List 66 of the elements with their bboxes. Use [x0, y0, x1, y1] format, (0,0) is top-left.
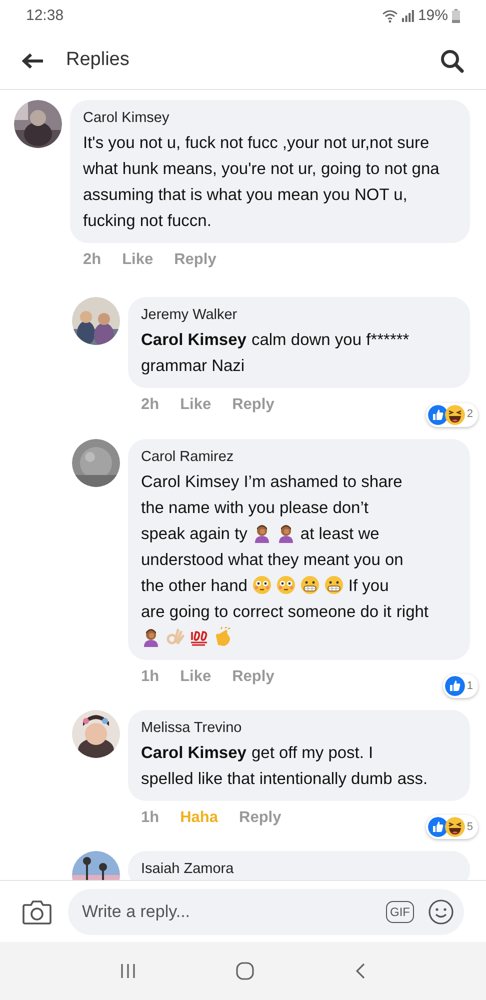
wifi-icon: [382, 10, 398, 22]
smiley-icon[interactable]: [428, 898, 454, 924]
comment-text: It's you not u, fuck not fucc ,your not ur,not sure what hunk means, you're not ur, going to not gna assuming that is what you mean you NOT u, fucking not fuccn.: [83, 134, 440, 230]
grimacing-face-emoji-icon: [300, 574, 320, 594]
flushed-face-emoji-icon: [252, 574, 272, 594]
reaction-count: 5: [466, 820, 473, 835]
battery-percent: 19%: [418, 6, 448, 26]
reaction-summary[interactable]: 1: [442, 674, 478, 698]
comment-text: Carol Kimsey I’m ashamed to share: [141, 472, 402, 492]
clapping-hands-emoji-icon: [213, 626, 233, 646]
reaction-count: 1: [466, 678, 473, 694]
author-name[interactable]: Melissa Trevino: [141, 718, 457, 738]
reaction-count: 2: [466, 407, 473, 422]
like-link[interactable]: Like: [180, 664, 212, 688]
author-name[interactable]: Carol Kimsey: [83, 108, 457, 128]
laughing-face-icon: [444, 404, 465, 424]
camera-icon[interactable]: [22, 898, 52, 924]
reply-link[interactable]: Reply: [239, 806, 282, 829]
comment-text: speak again ty: [141, 524, 248, 544]
reaction-summary[interactable]: 5: [426, 815, 478, 839]
comment-text: are going to correct someone do it: [141, 602, 392, 622]
thumbs-up-icon: [428, 817, 448, 837]
author-name[interactable]: Jeremy Walker: [141, 305, 457, 326]
comment-text: get off my post. I: [251, 742, 374, 764]
ok-hand-emoji-icon: [165, 626, 185, 646]
author-name[interactable]: Isaiah Zamora: [141, 859, 457, 879]
comment-text: calm down you f******: [251, 330, 410, 352]
reply-link[interactable]: Reply: [174, 248, 216, 272]
battery-icon: [452, 9, 460, 23]
comment-text: If you: [348, 576, 389, 596]
recents-icon[interactable]: [120, 963, 136, 979]
facepalm-emoji-icon: [141, 626, 161, 646]
status-time: 12:38: [26, 6, 64, 26]
comment-text: at least we: [300, 524, 380, 544]
reply-field[interactable]: Write a reply... GIF: [68, 888, 464, 934]
comment-text: the other hand: [141, 576, 248, 596]
author-name[interactable]: Carol Ramirez: [141, 446, 457, 466]
like-link[interactable]: Like: [122, 248, 154, 272]
back-arrow-icon[interactable]: [22, 52, 44, 68]
thumbs-up-icon: [428, 404, 448, 424]
laughing-face-icon: [444, 817, 465, 837]
reply-link[interactable]: Reply: [232, 393, 274, 416]
comment-time: 1h: [141, 666, 160, 686]
reply-link[interactable]: Reply: [232, 664, 274, 688]
comment-time: 2h: [83, 250, 102, 270]
comment-time: 1h: [141, 808, 160, 828]
reaction-summary[interactable]: 2: [426, 402, 478, 426]
comment-text: understood what they meant you on: [141, 550, 404, 570]
thumbs-up-icon: [444, 676, 465, 696]
comment-time: 2h: [141, 395, 160, 416]
like-link[interactable]: Like: [180, 393, 212, 416]
home-icon[interactable]: [236, 962, 254, 980]
comment-text: grammar Nazi: [141, 356, 245, 378]
comment-text: the name with you please don’t: [141, 498, 368, 518]
gif-button[interactable]: GIF: [386, 900, 414, 922]
comment-text: right: [396, 602, 429, 622]
back-icon[interactable]: [354, 962, 366, 980]
comment-text: spelled like that intentionally dumb: [141, 768, 392, 790]
page-title: Replies: [66, 48, 130, 72]
search-icon[interactable]: [440, 48, 464, 72]
mention-link[interactable]: Carol Kimsey: [141, 327, 246, 354]
comment-text: ass.: [397, 768, 428, 790]
flushed-face-emoji-icon: [276, 574, 296, 594]
grimacing-face-emoji-icon: [324, 574, 344, 594]
signal-icon: [402, 10, 414, 22]
mention-link[interactable]: Carol Kimsey: [141, 740, 246, 766]
